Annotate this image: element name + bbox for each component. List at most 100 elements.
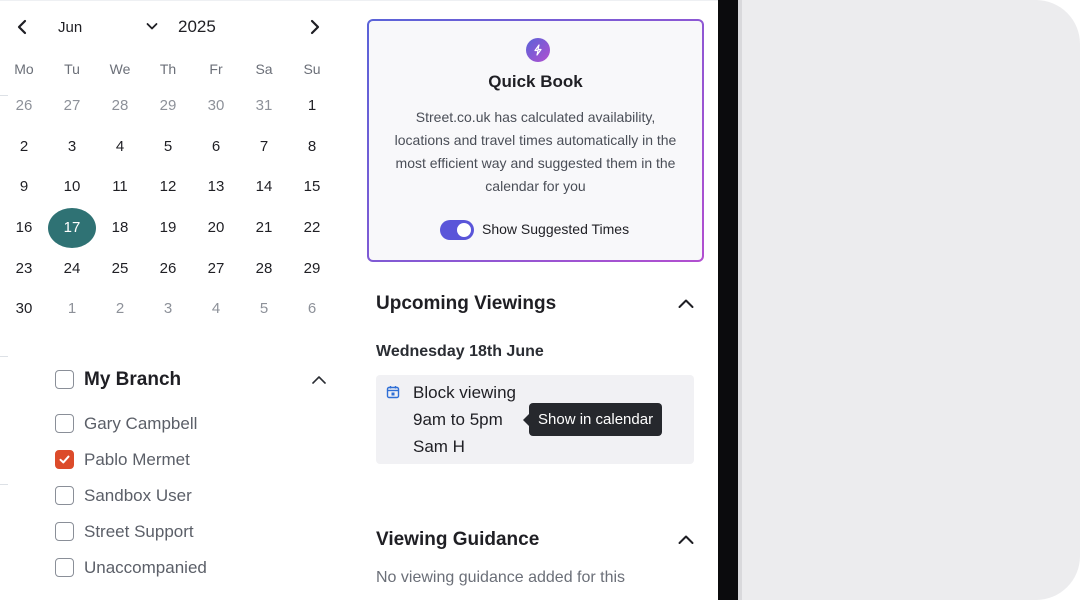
calendar-day[interactable]: 6 [196, 132, 236, 162]
member-name: Street Support [84, 522, 194, 541]
calendar-day-selected[interactable]: 17 [48, 208, 96, 248]
calendar-day[interactable]: 5 [244, 294, 284, 324]
calendar-day[interactable]: 4 [196, 294, 236, 324]
calendar-day[interactable]: 9 [4, 172, 44, 202]
calendar-day[interactable]: 2 [4, 132, 44, 162]
calendar-day[interactable]: 5 [148, 132, 188, 162]
chevron-down-icon [146, 23, 158, 30]
lightning-icon [526, 38, 550, 62]
branch-select-all-checkbox[interactable] [55, 370, 74, 389]
calendar-day[interactable]: 2 [100, 294, 140, 324]
calendar-day[interactable]: 12 [148, 172, 188, 202]
weekday-label: Th [159, 61, 177, 77]
viewing-date-heading: Wednesday 18th June [376, 343, 544, 360]
member-checkbox[interactable] [55, 486, 74, 505]
member-name: Unaccompanied [84, 558, 207, 577]
suggested-times-toggle[interactable] [440, 220, 474, 240]
calendar-day[interactable]: 11 [100, 172, 140, 202]
checkmark-icon [59, 455, 70, 464]
month-select[interactable]: Jun [58, 14, 162, 40]
member-checkbox[interactable] [55, 558, 74, 577]
weekday-label: Fr [209, 61, 223, 77]
guidance-text: No viewing guidance added for this [376, 569, 626, 586]
chevron-up-icon [678, 299, 694, 308]
quick-book-card: Quick Book Street.co.uk has calculated a… [367, 19, 704, 262]
month-value: Jun [58, 18, 83, 36]
guidance-collapse-button[interactable] [676, 531, 696, 547]
calendar-day[interactable]: 3 [52, 132, 92, 162]
calendar-day[interactable]: 29 [292, 254, 332, 284]
member-name: Sandbox User [84, 486, 192, 505]
booking-panel: Jun 2025 Mo Tu We Th Fr Sa Su 26 27 28 2… [0, 0, 718, 600]
upcoming-collapse-button[interactable] [676, 295, 696, 311]
toggle-knob [457, 223, 471, 237]
weekday-label: We [109, 61, 131, 77]
viewing-agent: Sam H [413, 437, 465, 456]
calendar-day[interactable]: 26 [148, 254, 188, 284]
gutter-tick [0, 356, 8, 357]
calendar-day[interactable]: 3 [148, 294, 188, 324]
calendar-day[interactable]: 27 [52, 91, 92, 121]
weekday-label: Tu [64, 61, 80, 77]
calendar-day[interactable]: 24 [52, 254, 92, 284]
calendar-day[interactable]: 22 [292, 213, 332, 243]
calendar-day[interactable]: 15 [292, 172, 332, 202]
member-name: Pablo Mermet [84, 450, 190, 469]
calendar-day[interactable]: 8 [292, 132, 332, 162]
year-select[interactable]: 2025 [178, 14, 216, 40]
calendar-day[interactable]: 19 [148, 213, 188, 243]
weekday-label: Su [303, 61, 321, 77]
calendar-day[interactable]: 18 [100, 213, 140, 243]
calendar-day[interactable]: 4 [100, 132, 140, 162]
calendar-day[interactable]: 16 [4, 213, 44, 243]
weekday-label: Sa [255, 61, 273, 77]
member-checkbox[interactable] [55, 414, 74, 433]
calendar-day[interactable]: 21 [244, 213, 284, 243]
member-checkbox-checked[interactable] [55, 450, 74, 469]
calendar-day[interactable]: 27 [196, 254, 236, 284]
calendar-day[interactable]: 28 [244, 254, 284, 284]
window-divider [718, 0, 738, 600]
calendar-day[interactable]: 30 [4, 294, 44, 324]
calendar-day[interactable]: 29 [148, 91, 188, 121]
weekday-label: Mo [14, 61, 34, 77]
quick-book-description: Street.co.uk has calculated availability… [394, 109, 677, 194]
calendar-day[interactable]: 23 [4, 254, 44, 284]
upcoming-viewings-title: Upcoming Viewings [376, 293, 557, 314]
calendar-day[interactable]: 30 [196, 91, 236, 121]
chevron-up-icon [312, 376, 326, 384]
year-value: 2025 [178, 17, 216, 36]
viewing-time: 9am to 5pm [413, 410, 503, 429]
panel-edge [738, 0, 742, 600]
show-in-calendar-tooltip: Show in calendar [522, 403, 663, 436]
calendar-day[interactable]: 7 [244, 132, 284, 162]
viewing-title: Block viewing [413, 383, 516, 402]
background-panel [738, 0, 1080, 600]
branch-title: My Branch [84, 369, 182, 390]
viewing-guidance-title: Viewing Guidance [376, 529, 540, 550]
prev-month-button[interactable] [12, 14, 32, 40]
calendar-day[interactable]: 20 [196, 213, 236, 243]
member-checkbox[interactable] [55, 522, 74, 541]
calendar-day[interactable]: 1 [52, 294, 92, 324]
gutter-tick [0, 484, 8, 485]
suggested-times-label: Show Suggested Times [482, 221, 630, 237]
calendar-day[interactable]: 25 [100, 254, 140, 284]
calendar-day[interactable]: 13 [196, 172, 236, 202]
calendar-day[interactable]: 10 [52, 172, 92, 202]
calendar-day[interactable]: 14 [244, 172, 284, 202]
calendar-day[interactable]: 28 [100, 91, 140, 121]
next-month-button[interactable] [305, 14, 325, 40]
calendar-icon [386, 386, 400, 399]
calendar-day[interactable]: 26 [4, 91, 44, 121]
calendar-day[interactable]: 6 [292, 294, 332, 324]
top-border [0, 0, 718, 1]
chevron-up-icon [678, 535, 694, 544]
calendar-day[interactable]: 1 [292, 91, 332, 121]
chevron-right-icon [310, 19, 320, 35]
quick-book-title: Quick Book [488, 72, 583, 91]
member-name: Gary Campbell [84, 414, 198, 433]
branch-collapse-button[interactable] [309, 372, 329, 388]
chevron-left-icon [17, 19, 27, 35]
calendar-day[interactable]: 31 [244, 91, 284, 121]
